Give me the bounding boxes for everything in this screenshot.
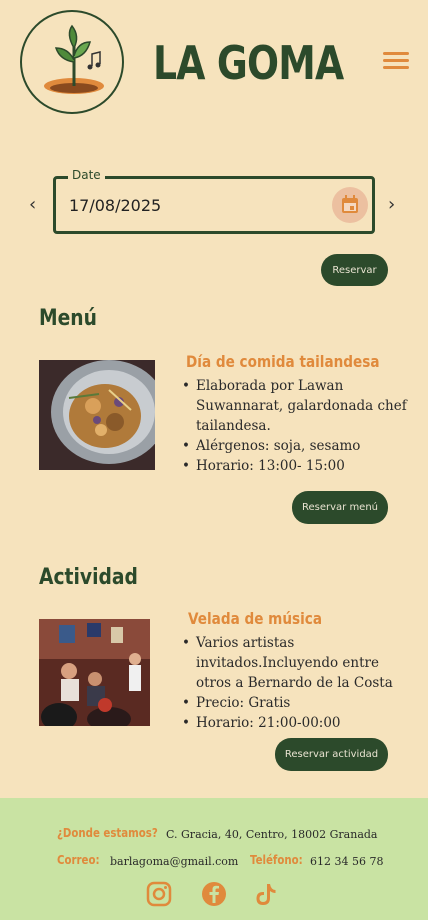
date-label: Date: [68, 168, 105, 182]
where-label: ¿Donde estamos?: [57, 826, 158, 840]
menu-bullets: Elaborada por Lawan Suwannarat, galardon…: [182, 376, 408, 476]
activity-card-title: Velada de música: [188, 609, 323, 628]
chevron-left-icon[interactable]: ‹: [29, 194, 36, 215]
mail-label: Correo:: [57, 853, 100, 867]
list-item: Varios artistas invitados.Incluyendo ent…: [182, 633, 408, 693]
list-item: Horario: 13:00- 15:00: [182, 456, 408, 476]
menu-section-title: Menú: [39, 306, 97, 331]
calendar-button[interactable]: [332, 187, 368, 223]
date-value[interactable]: 17/08/2025: [69, 196, 161, 215]
header: LA GOMA: [0, 0, 428, 120]
activity-section-title: Actividad: [39, 565, 138, 590]
instagram-icon[interactable]: [145, 880, 173, 908]
reserve-button[interactable]: Reservar: [321, 254, 388, 286]
tiktok-icon[interactable]: [252, 880, 280, 908]
activity-bullets: Varios artistas invitados.Incluyendo ent…: [182, 633, 408, 733]
music-night-photo: [39, 619, 150, 726]
list-item: Horario: 21:00-00:00: [182, 713, 408, 733]
list-item: Precio: Gratis: [182, 693, 408, 713]
mail-link[interactable]: barlagoma@gmail.com: [110, 855, 238, 868]
hamburger-menu-icon[interactable]: [383, 52, 409, 72]
menu-card-title: Día de comida tailandesa: [186, 352, 380, 371]
date-field[interactable]: Date 17/08/2025: [53, 168, 375, 234]
reserve-menu-button[interactable]: Reservar menú: [292, 491, 388, 524]
logo[interactable]: [20, 10, 124, 114]
address-text: C. Gracia, 40, Centro, 18002 Granada: [166, 828, 378, 841]
chevron-right-icon[interactable]: ›: [388, 194, 395, 215]
list-item: Elaborada por Lawan Suwannarat, galardon…: [182, 376, 408, 436]
calendar-icon: [342, 195, 358, 213]
plant-music-note-logo-icon: [44, 24, 104, 94]
brand-title: LA GOMA: [153, 36, 344, 90]
phone-label: Teléfono:: [250, 853, 303, 867]
reserve-activity-button[interactable]: Reservar actividad: [275, 738, 388, 771]
thai-food-photo: [39, 360, 155, 470]
list-item: Alérgenos: soja, sesamo: [182, 436, 408, 456]
date-picker: ‹ Date 17/08/2025 ›: [0, 166, 428, 246]
phone-link[interactable]: 612 34 56 78: [310, 855, 383, 868]
facebook-icon[interactable]: [200, 880, 228, 908]
